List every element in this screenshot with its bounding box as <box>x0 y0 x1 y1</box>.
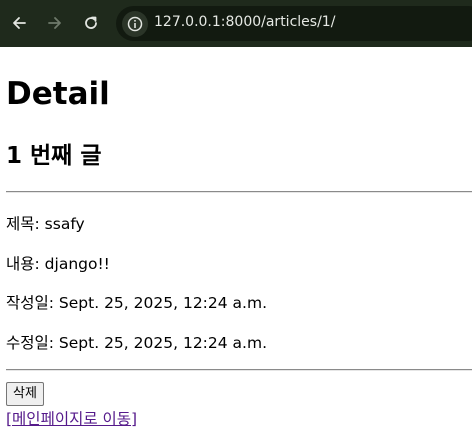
page-content: Detail 1 번째 글 제목: ssafy 내용: django!! 작성일… <box>0 47 472 443</box>
reload-icon[interactable] <box>80 12 102 34</box>
divider-bottom <box>6 369 472 371</box>
updated-at-field: 수정일: Sept. 25, 2025, 12:24 a.m. <box>6 334 267 352</box>
url-text[interactable]: 127.0.0.1:8000/articles/1/ <box>154 14 335 30</box>
article-title-field: 제목: ssafy <box>6 215 85 233</box>
back-arrow-icon[interactable] <box>8 12 30 34</box>
browser-toolbar: 127.0.0.1:8000/articles/1/ <box>0 0 472 47</box>
delete-button[interactable]: 삭제 <box>6 382 44 406</box>
article-heading: 1 번째 글 <box>6 143 102 169</box>
created-at-field: 작성일: Sept. 25, 2025, 12:24 a.m. <box>6 294 267 312</box>
divider-top <box>6 191 472 193</box>
address-bar[interactable]: 127.0.0.1:8000/articles/1/ <box>116 6 472 41</box>
page-title: Detail <box>6 76 110 112</box>
forward-arrow-icon[interactable] <box>44 12 66 34</box>
info-icon[interactable] <box>122 11 148 37</box>
article-content-field: 내용: django!! <box>6 255 110 273</box>
home-link[interactable]: [메인페이지로 이동] <box>6 408 137 430</box>
